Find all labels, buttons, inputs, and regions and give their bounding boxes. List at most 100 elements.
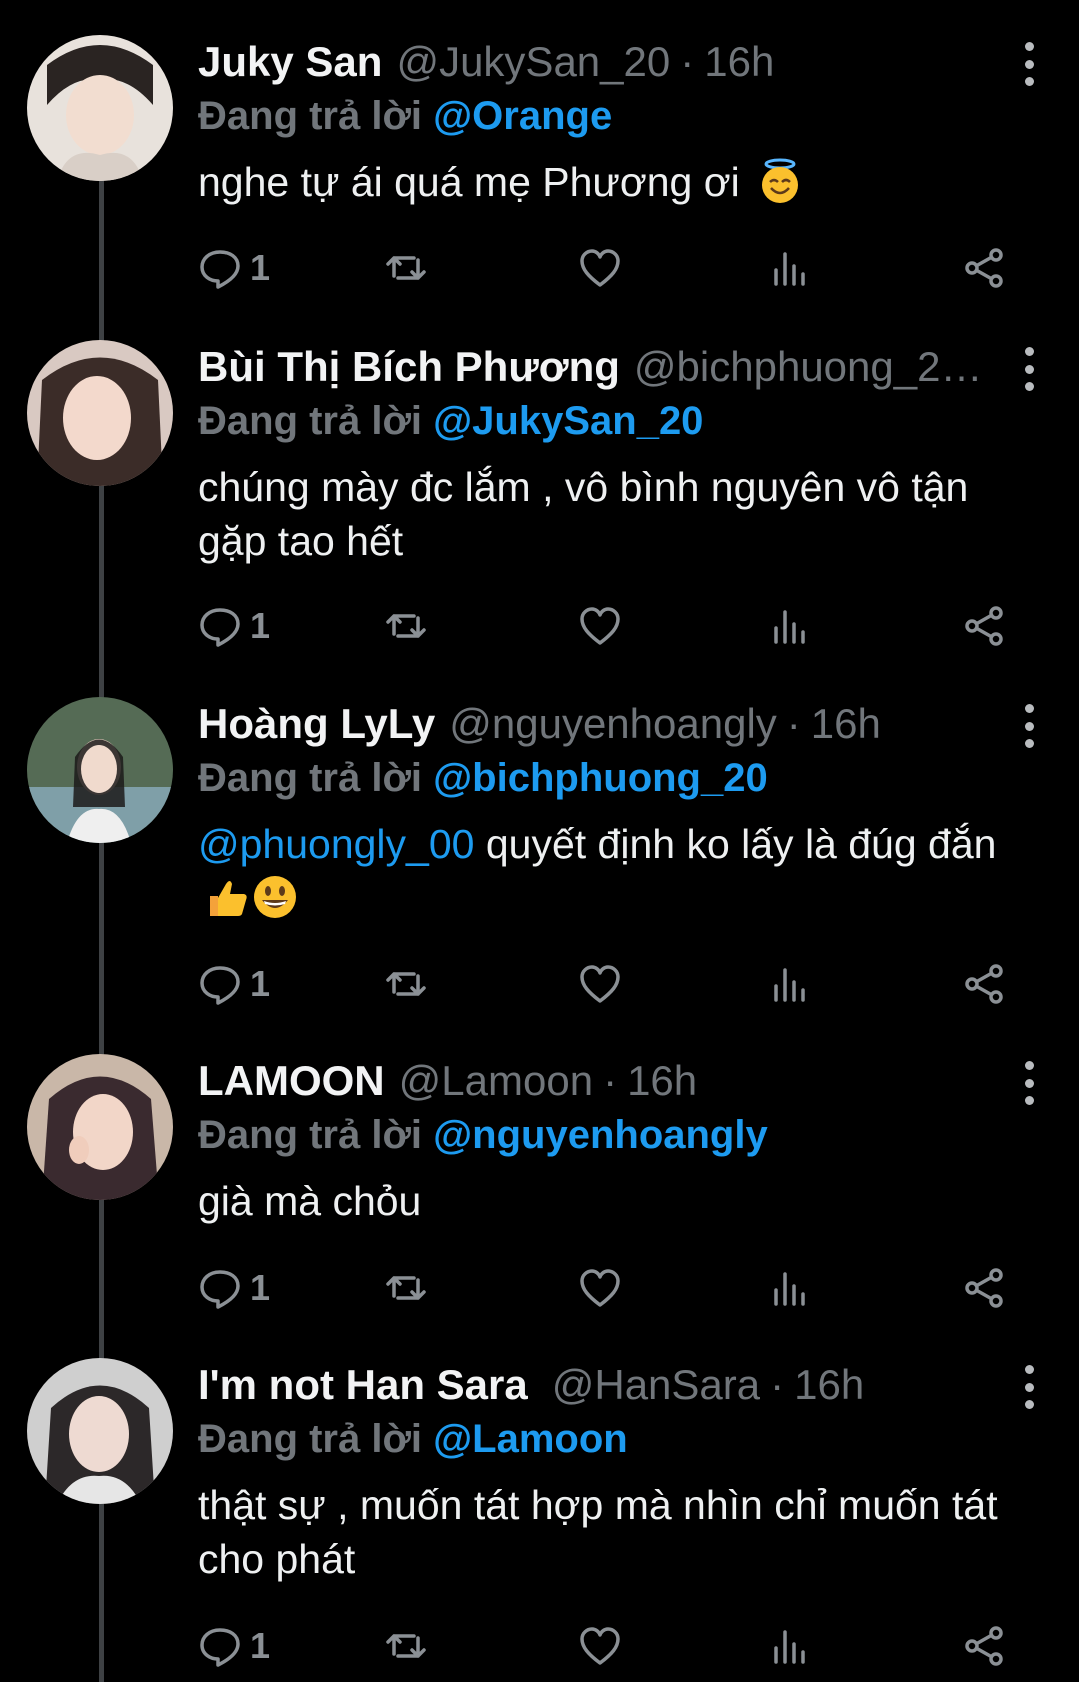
- like-button[interactable]: [578, 1616, 622, 1676]
- reply-icon: [200, 1270, 240, 1309]
- more-options-icon[interactable]: [1017, 42, 1041, 86]
- tweet-header: LAMOON @Lamoon · 16h: [198, 1054, 1009, 1108]
- views-icon: [774, 1272, 805, 1306]
- views-icon: [774, 610, 805, 644]
- views-button[interactable]: [768, 1616, 812, 1676]
- reply-icon: [200, 966, 240, 1005]
- share-button[interactable]: [962, 238, 1006, 298]
- tweet-text-content: chúng mày đc lắm , vô bình nguyên vô tận…: [198, 464, 969, 564]
- user-handle[interactable]: @JukySan_20: [396, 35, 670, 89]
- reply-button[interactable]: 1: [198, 954, 270, 1014]
- tweet-header: Hoàng LyLy @nguyenhoangly · 16h: [198, 697, 1009, 751]
- like-button[interactable]: [578, 954, 622, 1014]
- heart-icon: [580, 1627, 620, 1665]
- views-button[interactable]: [768, 954, 812, 1014]
- retweet-button[interactable]: [384, 1616, 428, 1676]
- action-bar: 1: [198, 1258, 1018, 1318]
- tweet-header: I'm not Han Sara @HanSara · 16h: [198, 1358, 1009, 1412]
- tweet-text: @phuongly_00 quyết định ko lấy là đúg đắ…: [198, 817, 1009, 925]
- more-options-icon[interactable]: [1017, 1061, 1041, 1105]
- thumbs-up-emoji-icon: [210, 881, 247, 916]
- share-button[interactable]: [962, 1258, 1006, 1318]
- replying-prefix: Đang trả lời: [198, 1113, 423, 1157]
- share-icon: [965, 964, 1003, 1004]
- separator-dot: ·: [680, 38, 695, 85]
- timestamp[interactable]: 16h: [704, 35, 774, 89]
- grinning-face-emoji-icon: [254, 876, 296, 918]
- like-button[interactable]: [578, 1258, 622, 1318]
- retweet-button[interactable]: [384, 596, 428, 656]
- action-bar: 1: [198, 238, 1018, 298]
- reply-count: 1: [250, 1625, 271, 1666]
- retweet-icon: [386, 1276, 426, 1300]
- reply-to-mention[interactable]: @Lamoon: [433, 1417, 628, 1461]
- display-name[interactable]: Hoàng LyLy: [198, 697, 435, 751]
- reply-to-mention[interactable]: @Orange: [433, 94, 612, 138]
- replying-to: Đang trả lời @JukySan_20: [198, 394, 1009, 448]
- replying-to: Đang trả lời @Orange: [198, 89, 1009, 143]
- tweet-text-content: già mà chỏu: [198, 1178, 422, 1224]
- retweet-button[interactable]: [384, 238, 428, 298]
- like-button[interactable]: [578, 238, 622, 298]
- share-button[interactable]: [962, 954, 1006, 1014]
- tweet-text: chúng mày đc lắm , vô bình nguyên vô tận…: [198, 460, 1009, 568]
- reply-count: 1: [250, 1267, 271, 1308]
- reply-to-mention[interactable]: @bichphuong_20: [433, 756, 768, 800]
- user-handle[interactable]: @nguyenhoangly: [449, 697, 777, 751]
- tweet-text-content: nghe tự ái quá mẹ Phương ơi: [198, 159, 740, 205]
- avatar[interactable]: [27, 340, 173, 486]
- reply-icon: [200, 250, 240, 289]
- heart-icon: [580, 1269, 620, 1307]
- share-button[interactable]: [962, 1616, 1006, 1676]
- retweet-button[interactable]: [384, 954, 428, 1014]
- views-icon: [774, 252, 805, 286]
- display-name[interactable]: Bùi Thị Bích Phương: [198, 340, 620, 394]
- display-name[interactable]: LAMOON: [198, 1054, 385, 1108]
- like-button[interactable]: [578, 596, 622, 656]
- share-button[interactable]: [962, 596, 1006, 656]
- replying-to: Đang trả lời @Lamoon: [198, 1412, 1009, 1466]
- separator-dot: ·: [770, 1361, 785, 1408]
- tweet-header: Bùi Thị Bích Phương @bichphuong_2…: [198, 340, 1009, 394]
- reply-button[interactable]: 1: [198, 596, 270, 656]
- tweet-text-content: quyết định ko lấy là đúg đắn: [485, 821, 997, 867]
- reply-button[interactable]: 1: [198, 1258, 270, 1318]
- replying-prefix: Đang trả lời: [198, 1417, 423, 1461]
- avatar[interactable]: [27, 1054, 173, 1200]
- timestamp[interactable]: 16h: [794, 1358, 864, 1412]
- display-name[interactable]: I'm not Han Sara: [198, 1358, 528, 1412]
- user-handle[interactable]: @Lamoon: [399, 1054, 593, 1108]
- retweet-icon: [386, 972, 426, 996]
- reply-button[interactable]: 1: [198, 1616, 270, 1676]
- views-button[interactable]: [768, 596, 812, 656]
- more-options-icon[interactable]: [1017, 704, 1041, 748]
- action-bar: 1: [198, 954, 1018, 1014]
- inline-mention[interactable]: @phuongly_00: [198, 821, 474, 867]
- heart-icon: [580, 965, 620, 1003]
- views-button[interactable]: [768, 1258, 812, 1318]
- avatar[interactable]: [27, 697, 173, 843]
- retweet-icon: [386, 614, 426, 638]
- timestamp[interactable]: 16h: [811, 697, 881, 751]
- tweet-text: thật sự , muốn tát hợp mà nhìn chỉ muốn …: [198, 1478, 1009, 1586]
- retweet-button[interactable]: [384, 1258, 428, 1318]
- views-button[interactable]: [768, 238, 812, 298]
- more-options-icon[interactable]: [1017, 347, 1041, 391]
- avatar[interactable]: [27, 35, 173, 181]
- tweet-text: nghe tự ái quá mẹ Phương ơi: [198, 155, 1009, 209]
- action-bar: 1: [198, 596, 1018, 656]
- more-options-icon[interactable]: [1017, 1365, 1041, 1409]
- display-name[interactable]: Juky San: [198, 35, 382, 89]
- views-icon: [774, 1630, 805, 1664]
- user-handle[interactable]: @HanSara: [552, 1358, 760, 1412]
- heart-icon: [580, 607, 620, 645]
- replying-to: Đang trả lời @bichphuong_20: [198, 751, 1009, 805]
- reply-to-mention[interactable]: @JukySan_20: [433, 399, 703, 443]
- tweet-header: Juky San @JukySan_20 · 16h: [198, 35, 1009, 89]
- separator-dot: ·: [786, 700, 801, 747]
- reply-button[interactable]: 1: [198, 238, 270, 298]
- reply-to-mention[interactable]: @nguyenhoangly: [433, 1113, 768, 1157]
- user-handle[interactable]: @bichphuong_2…: [634, 340, 983, 394]
- avatar[interactable]: [27, 1358, 173, 1504]
- timestamp[interactable]: 16h: [627, 1054, 697, 1108]
